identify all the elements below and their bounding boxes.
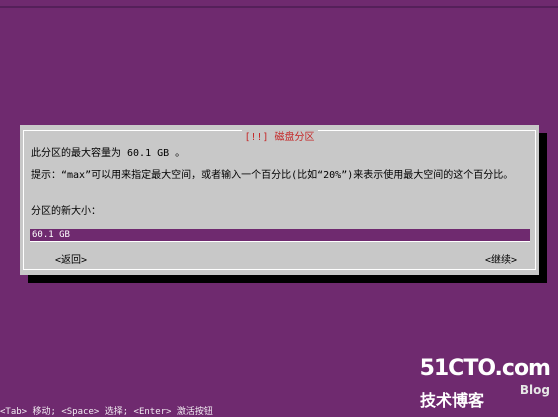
partition-size-input[interactable]: 60.1 GB: [30, 229, 530, 242]
new-size-label: 分区的新大小：: [31, 206, 101, 217]
watermark-blog: Blog: [519, 383, 550, 397]
watermark-tech: 技术博客: [420, 391, 485, 410]
continue-button[interactable]: <继续>: [485, 251, 517, 266]
back-button[interactable]: <返回>: [55, 251, 87, 266]
max-capacity-text: 此分区的最大容量为 60.1 GB 。: [31, 148, 186, 159]
partition-dialog: [!!] 磁盘分区 此分区的最大容量为 60.1 GB 。 提示：“max”可以…: [20, 125, 539, 275]
site-watermark: 51CTO.com Blog 技术博客: [419, 356, 551, 411]
hint-text: 提示：“max”可以用来指定最大空间，或者输入一个百分比(比如“20%”)来表示…: [31, 170, 514, 181]
watermark-site: 51CTO.com: [419, 356, 551, 381]
help-line: <Tab> 移动; <Space> 选择; <Enter> 激活按钮: [0, 407, 213, 417]
dialog-title: [!!] 磁盘分区: [241, 128, 318, 143]
top-border-line: [0, 6, 558, 8]
partition-size-value: 60.1 GB: [32, 230, 70, 240]
